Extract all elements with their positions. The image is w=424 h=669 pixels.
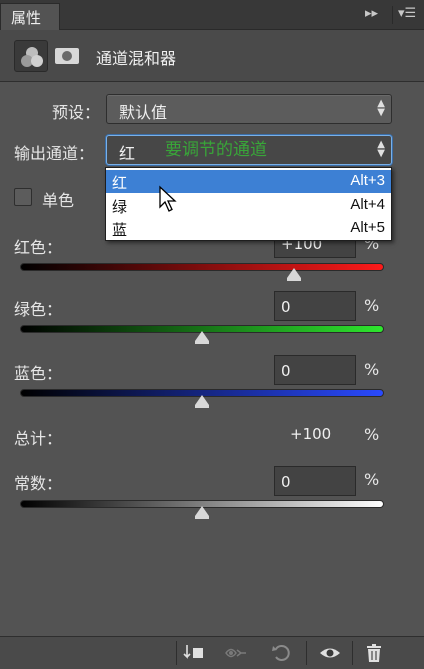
green-unit: % [364,296,380,315]
channel-mixer-icon [21,47,43,67]
constant-label: 常数： [14,474,63,493]
delete-icon[interactable] [362,641,386,665]
output-channel-label: 输出通道： [14,144,95,163]
total-value: +100 [290,425,332,443]
menu-item-green-shortcut: Alt+4 [350,196,385,213]
menu-item-green-label: 绿 [112,198,128,216]
channel-menu: 红 Alt+3 绿 Alt+4 蓝 Alt+5 [105,167,392,241]
preset-value: 默认值 [119,103,168,122]
green-slider-thumb-base [195,341,209,344]
chevron-up-down-icon: ▲ ▼ [377,139,385,159]
blue-unit: % [364,360,380,379]
red-label: 红色： [14,238,63,257]
total-unit: % [364,425,380,444]
menu-item-blue-label: 蓝 [112,221,128,239]
mouse-cursor-icon [159,185,177,212]
panel-title: 通道混和器 [96,49,177,68]
blue-value-field[interactable]: 0 [274,355,356,385]
visibility-icon[interactable] [318,641,342,665]
toolbar-divider [306,641,307,665]
tab-bar-divider [392,6,393,24]
total-label: 总计： [14,429,63,448]
view-previous-icon[interactable] [224,641,248,665]
reset-icon[interactable] [270,641,294,665]
chevron-up-down-icon: ▲ ▼ [377,98,385,118]
annotation-text: 要调节的通道 [165,140,267,160]
monochrome-checkbox[interactable] [14,188,32,206]
collapse-icon[interactable]: ▸▸ [365,6,378,21]
blue-slider-thumb[interactable] [195,395,209,405]
menu-item-red-shortcut: Alt+3 [350,172,385,189]
constant-unit: % [364,470,380,489]
tab-properties[interactable]: 属性 [0,3,60,30]
constant-slider-thumb-base [195,516,209,519]
blue-value: 0 [281,362,291,380]
green-slider-thumb[interactable] [195,331,209,341]
constant-value-field[interactable]: 0 [274,466,356,496]
menu-item-red[interactable]: 红 Alt+3 [106,170,391,193]
channel-mixer-icon-button[interactable] [14,40,48,72]
mask-icon-button[interactable] [52,40,82,72]
clip-to-layer-icon[interactable] [182,641,206,665]
menu-item-blue[interactable]: 蓝 Alt+5 [106,217,391,240]
output-channel-value: 红 [119,144,136,163]
constant-slider-thumb[interactable] [195,506,209,516]
menu-item-red-label: 红 [112,174,128,192]
panel-header: 通道混和器 [0,30,424,82]
menu-item-blue-shortcut: Alt+5 [350,219,385,236]
constant-value: 0 [281,473,291,491]
red-slider-thumb-base [287,278,301,281]
panel-tab-bar: 属性 ▸▸ ▾☰ [0,0,424,30]
bottom-toolbar [0,636,424,669]
red-slider-track[interactable] [20,263,384,271]
red-slider-thumb[interactable] [287,268,301,278]
preset-label: 预设： [52,103,101,122]
panel-menu-icon[interactable]: ▾☰ [398,6,416,21]
green-label: 绿色： [14,300,63,319]
toolbar-divider [352,641,353,665]
green-value: 0 [281,298,291,316]
menu-item-green[interactable]: 绿 Alt+4 [106,194,391,217]
blue-slider-thumb-base [195,405,209,408]
blue-label: 蓝色： [14,364,63,383]
green-value-field[interactable]: 0 [274,291,356,321]
tab-properties-label: 属性 [11,9,42,27]
monochrome-label: 单色 [42,191,75,210]
toolbar-divider [176,641,177,665]
preset-select[interactable]: 默认值 ▲ ▼ [106,94,392,124]
mask-icon [55,48,79,64]
